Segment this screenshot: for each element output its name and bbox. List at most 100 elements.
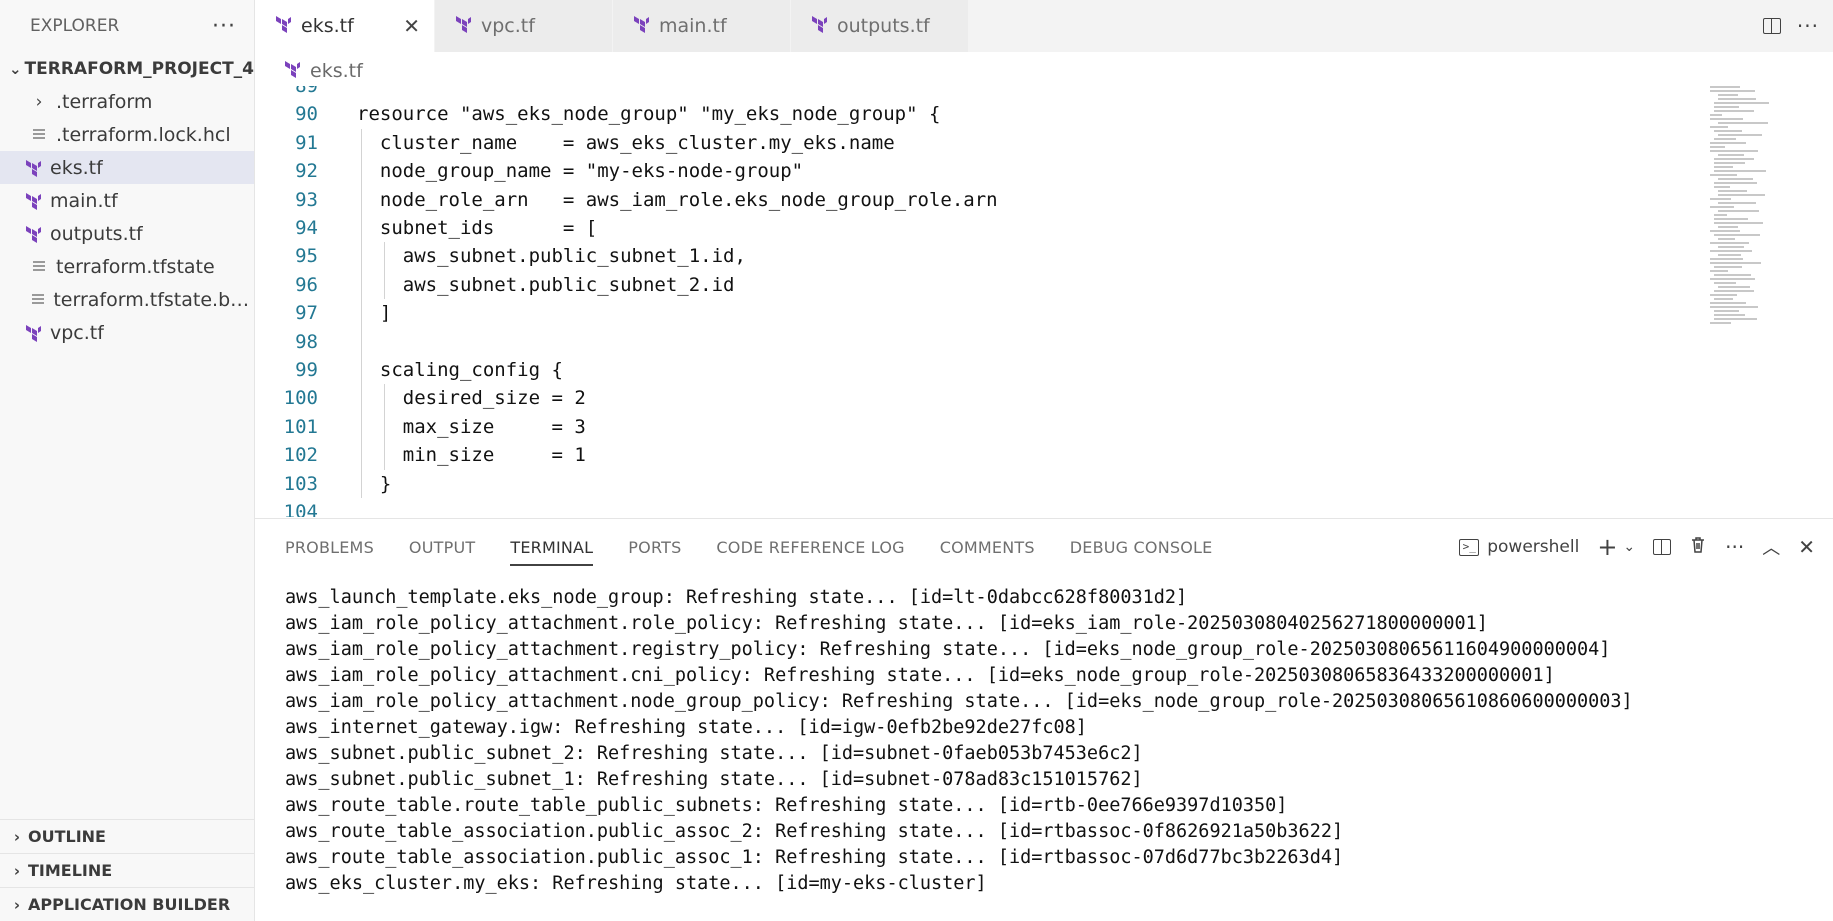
file-tree-item[interactable]: terraform.tfstate.back... bbox=[0, 283, 254, 316]
tab-actions: ··· bbox=[1762, 14, 1819, 38]
indent-guide bbox=[384, 242, 385, 300]
code-text: node_role_arn = aws_iam_role.eks_node_gr… bbox=[357, 188, 998, 211]
line-number: 96 bbox=[295, 273, 318, 296]
terminal-line: aws_route_table_association.public_assoc… bbox=[285, 847, 1344, 868]
breadcrumb[interactable]: eks.tf bbox=[282, 57, 363, 85]
line-number: 102 bbox=[283, 444, 318, 467]
panel-divider[interactable] bbox=[255, 518, 1833, 519]
chevron-right-icon: › bbox=[13, 861, 21, 880]
more-actions-icon[interactable]: ··· bbox=[1797, 14, 1819, 38]
tab-label: vpc.tf bbox=[481, 15, 535, 37]
file-tree-item[interactable]: › .terraform bbox=[0, 85, 254, 118]
file-tree-item[interactable]: outputs.tf bbox=[0, 217, 254, 250]
code-text: ] bbox=[357, 302, 392, 325]
terminal-shell-selector[interactable]: >_ powershell bbox=[1459, 537, 1579, 557]
sidebar-sections: › OUTLINE › TIMELINE › APPLICATION BUILDER bbox=[0, 819, 254, 921]
close-tab-icon[interactable]: ✕ bbox=[403, 14, 420, 38]
trash-icon[interactable] bbox=[1689, 536, 1707, 559]
sidebar-section[interactable]: › TIMELINE bbox=[0, 853, 254, 887]
code-text: cluster_name = aws_eks_cluster.my_eks.na… bbox=[357, 131, 895, 154]
code-text: } bbox=[357, 472, 392, 495]
terminal-line: aws_iam_role_policy_attachment.role_poli… bbox=[285, 613, 1488, 634]
line-number: 94 bbox=[295, 217, 318, 239]
terminal-output[interactable]: aws_launch_template.eks_node_group: Refr… bbox=[285, 585, 1633, 897]
panel-tab[interactable]: PROBLEMS bbox=[285, 530, 374, 564]
sidebar-section[interactable]: › OUTLINE bbox=[0, 819, 254, 853]
panel-tab[interactable]: DEBUG CONSOLE bbox=[1070, 530, 1213, 564]
terminal-line: aws_route_table_association.public_assoc… bbox=[285, 821, 1344, 842]
close-panel-icon[interactable]: ✕ bbox=[1798, 535, 1815, 559]
code-text: subnet_ids = [ bbox=[357, 217, 598, 239]
file-tree-label: outputs.tf bbox=[50, 222, 143, 245]
breadcrumb-file: eks.tf bbox=[310, 60, 363, 82]
terraform-icon bbox=[22, 224, 44, 244]
line-number: 91 bbox=[295, 131, 318, 154]
editor-tab[interactable]: vpc.tf bbox=[435, 0, 613, 52]
code-text: desired_size = 2 bbox=[357, 387, 586, 410]
panel-tab[interactable]: COMMENTS bbox=[940, 530, 1035, 564]
explorer-title: EXPLORER bbox=[30, 16, 120, 36]
terraform-icon bbox=[22, 191, 44, 211]
tab-label: main.tf bbox=[659, 15, 727, 37]
explorer-header: EXPLORER ··· bbox=[0, 0, 254, 52]
file-lines-icon bbox=[28, 293, 47, 306]
chevron-down-icon[interactable]: ⌄ bbox=[1623, 539, 1635, 555]
file-tree-item[interactable]: vpc.tf bbox=[0, 316, 254, 349]
file-tree-label: eks.tf bbox=[50, 156, 103, 179]
line-number: 103 bbox=[283, 472, 318, 495]
editor-tab[interactable]: outputs.tf bbox=[791, 0, 969, 52]
file-tree-label: .terraform.lock.hcl bbox=[56, 123, 231, 146]
editor-tabs: eks.tf ✕ vpc.tf main.tf outputs.tf bbox=[255, 0, 1833, 52]
panel-tab[interactable]: PORTS bbox=[628, 530, 681, 564]
new-terminal-icon[interactable]: + bbox=[1597, 533, 1617, 561]
panel-tabs: PROBLEMS OUTPUT TERMINAL PORTS CODE REFERENC… bbox=[285, 530, 1247, 566]
file-tree-item[interactable]: main.tf bbox=[0, 184, 254, 217]
file-lines-icon bbox=[28, 260, 50, 273]
terminal-line: aws_subnet.public_subnet_1: Refreshing s… bbox=[285, 769, 1143, 790]
chevron-down-icon: ⌄ bbox=[8, 59, 22, 78]
code-text: scaling_config { bbox=[357, 359, 563, 381]
file-tree-label: vpc.tf bbox=[50, 321, 104, 344]
terminal-icon: >_ bbox=[1459, 538, 1480, 556]
terraform-icon bbox=[631, 14, 651, 39]
sidebar-section[interactable]: › APPLICATION BUILDER bbox=[0, 887, 254, 921]
file-tree-item[interactable]: .terraform.lock.hcl bbox=[0, 118, 254, 151]
project-name: TERRAFORM_PROJECT_4 bbox=[24, 58, 254, 79]
panel-tab[interactable]: CODE REFERENCE LOG bbox=[716, 530, 904, 564]
explorer-sidebar: EXPLORER ··· ⌄ TERRAFORM_PROJECT_4 › .ter… bbox=[0, 0, 255, 921]
code-text: aws_subnet.public_subnet_1.id, bbox=[357, 245, 746, 268]
code-text: aws_subnet.public_subnet_2.id bbox=[357, 273, 735, 296]
line-number: 93 bbox=[295, 188, 318, 211]
code-text: min_size = 1 bbox=[357, 444, 586, 467]
line-number: 98 bbox=[295, 330, 318, 353]
section-label: OUTLINE bbox=[28, 827, 106, 846]
maximize-panel-icon[interactable]: ︿ bbox=[1762, 534, 1780, 560]
more-actions-icon[interactable]: ··· bbox=[1725, 535, 1744, 559]
more-actions-icon[interactable]: ··· bbox=[212, 14, 236, 39]
line-number: 97 bbox=[295, 302, 318, 325]
line-number: 104 bbox=[283, 501, 318, 517]
file-tree-item[interactable]: eks.tf bbox=[0, 151, 254, 184]
split-editor-icon[interactable] bbox=[1762, 18, 1781, 34]
file-tree-label: .terraform bbox=[56, 90, 153, 113]
code-text: resource "aws_eks_node_group" "my_eks_no… bbox=[357, 103, 941, 126]
minimap[interactable] bbox=[1710, 86, 1795, 326]
panel-tab[interactable]: OUTPUT bbox=[409, 530, 475, 564]
editor-tab[interactable]: main.tf bbox=[613, 0, 791, 52]
line-number: 95 bbox=[295, 245, 318, 268]
code-editor[interactable]: 89 90 resource "aws_eks_node_group" "my_ek… bbox=[255, 86, 1833, 517]
file-tree-item[interactable]: terraform.tfstate bbox=[0, 250, 254, 283]
panel-tab[interactable]: TERMINAL bbox=[510, 530, 594, 566]
section-label: TIMELINE bbox=[28, 861, 113, 880]
split-terminal-icon[interactable] bbox=[1653, 539, 1672, 555]
line-number: 101 bbox=[283, 415, 318, 438]
terraform-icon bbox=[809, 14, 829, 39]
terminal-line: aws_iam_role_policy_attachment.cni_polic… bbox=[285, 665, 1555, 686]
section-label: APPLICATION BUILDER bbox=[28, 895, 231, 914]
file-lines-icon bbox=[28, 128, 50, 141]
code-text: node_group_name = "my-eks-node-group" bbox=[357, 160, 804, 183]
project-folder[interactable]: ⌄ TERRAFORM_PROJECT_4 bbox=[0, 52, 254, 85]
editor-tab[interactable]: eks.tf ✕ bbox=[255, 0, 435, 52]
line-number: 90 bbox=[295, 103, 318, 126]
file-tree-label: terraform.tfstate bbox=[56, 255, 215, 278]
